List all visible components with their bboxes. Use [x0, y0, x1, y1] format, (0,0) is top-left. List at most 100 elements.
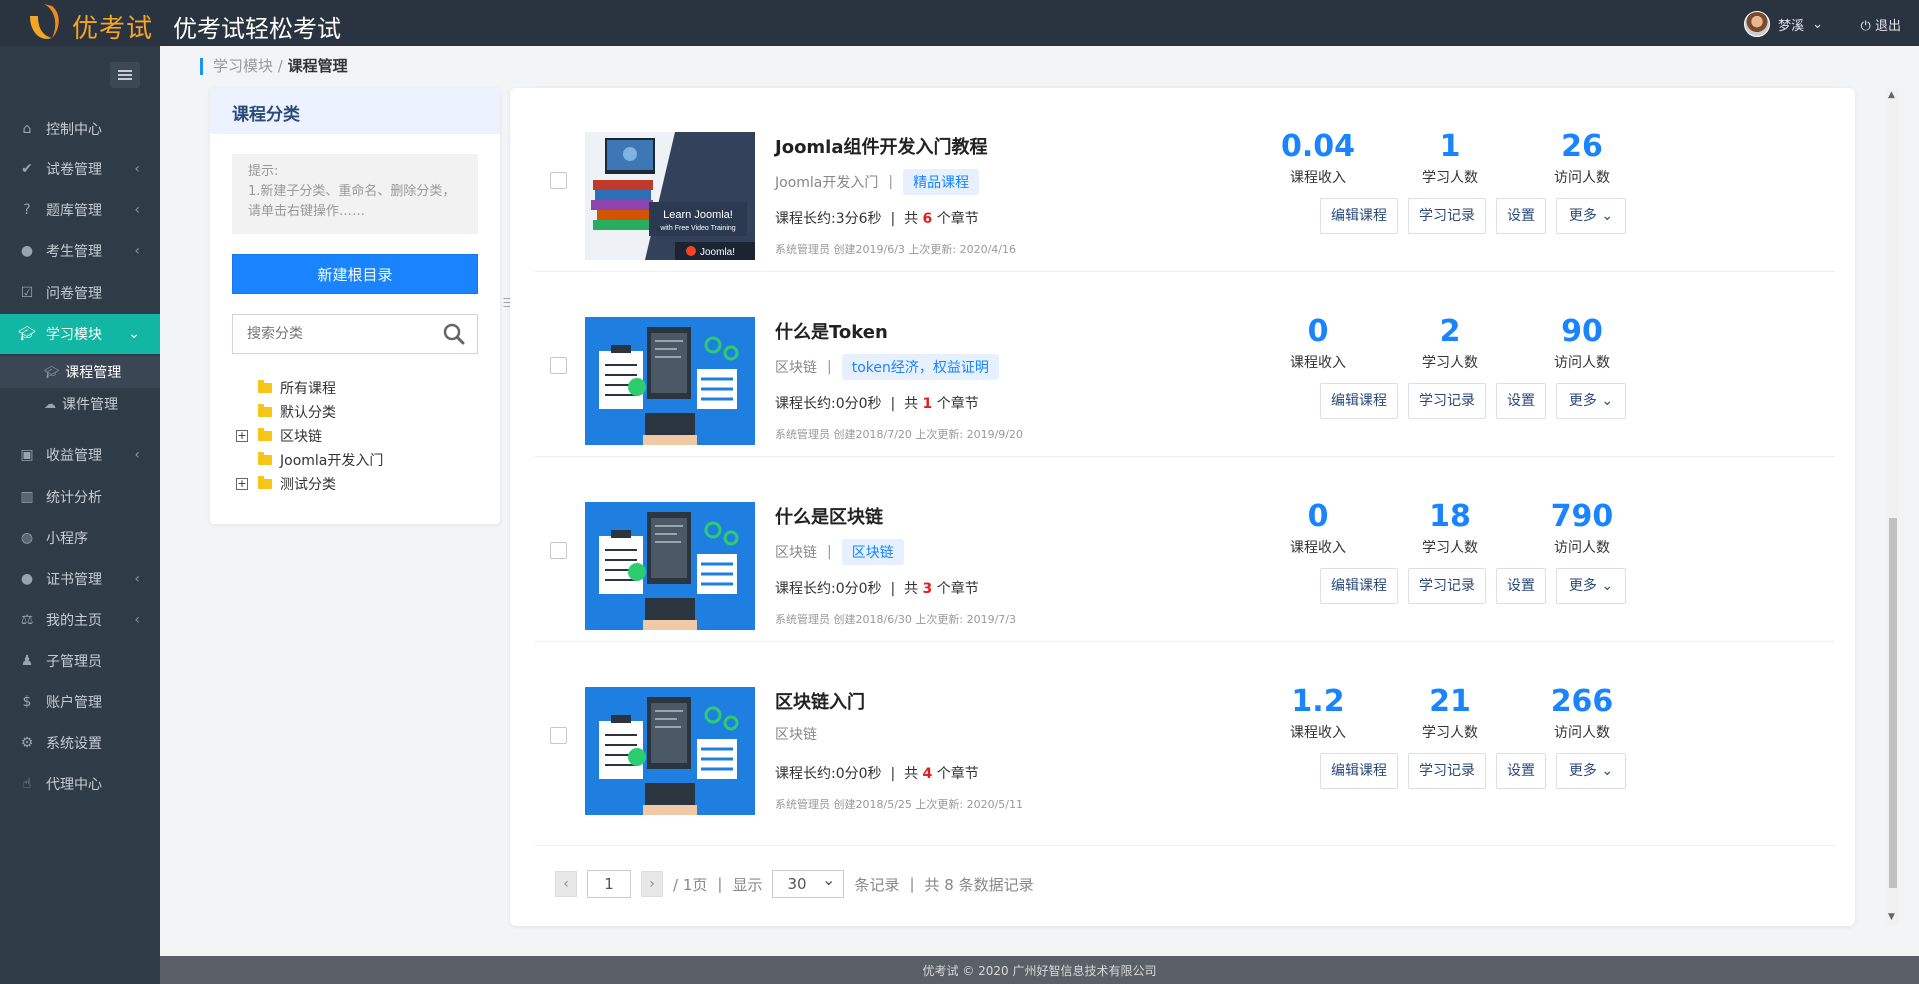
new-root-button[interactable]: 新建根目录: [232, 254, 478, 294]
thumbs-up-icon: ☝: [22, 776, 32, 792]
sidebar-sub-item-coursewares[interactable]: ☁ 课件管理: [0, 388, 160, 420]
tree-node-test[interactable]: + 测试分类: [236, 472, 383, 496]
scroll-up-icon[interactable]: ▲: [1888, 90, 1895, 100]
sidebar-item-agent-center[interactable]: ☝ 代理中心: [0, 764, 160, 804]
chapters-prefix: 共: [904, 211, 919, 227]
sidebar-item-candidates[interactable]: ● 考生管理 ‹: [0, 231, 160, 271]
learning-records-button[interactable]: 学习记录: [1408, 383, 1486, 419]
logo-icon: [30, 4, 59, 39]
edit-course-button[interactable]: 编辑课程: [1320, 198, 1398, 234]
breadcrumb-parent[interactable]: 学习模块: [213, 57, 273, 75]
category-search: [232, 314, 478, 354]
course-checkbox[interactable]: [550, 542, 567, 559]
course-checkbox[interactable]: [550, 357, 567, 374]
settings-button[interactable]: 设置: [1496, 753, 1546, 789]
tree-node-blockchain[interactable]: + 区块链: [236, 424, 383, 448]
sidebar-item-settings[interactable]: ⚙ 系统设置: [0, 723, 160, 763]
sidebar-item-certificates[interactable]: ● 证书管理 ‹: [0, 559, 160, 599]
user-name[interactable]: 梦溪: [1778, 15, 1804, 34]
chapter-count: 6: [922, 211, 933, 227]
scrollbar[interactable]: ▲ ▼: [1887, 88, 1899, 926]
chevron-down-icon: ⌄: [128, 326, 140, 342]
chevron-left-icon: ‹: [134, 447, 140, 463]
learning-records-button[interactable]: 学习记录: [1408, 568, 1486, 604]
page-number-input[interactable]: 1: [587, 870, 631, 898]
sidebar-item-surveys[interactable]: ☑ 问卷管理: [0, 273, 160, 313]
sidebar-toggle-button[interactable]: [110, 62, 140, 88]
chevron-left-icon: ‹: [134, 161, 140, 177]
scroll-down-icon[interactable]: ▼: [1888, 912, 1895, 922]
sidebar-item-label: 小程序: [46, 531, 88, 547]
stat-value: 790: [1550, 499, 1614, 534]
sidebar-item-mini-program[interactable]: ◍ 小程序: [0, 518, 160, 558]
course-thumbnail-blockchain[interactable]: [585, 687, 755, 815]
edit-course-button[interactable]: 编辑课程: [1320, 383, 1398, 419]
category-panel: 课程分类 提示: 1.新建子分类、重命名、删除分类，请单击右键操作…… 新建根目…: [210, 88, 500, 524]
sidebar-item-dashboard[interactable]: ⌂ 控制中心: [0, 109, 160, 149]
tree-node-joomla[interactable]: Joomla开发入门: [236, 448, 383, 472]
show-label: 显示: [732, 875, 763, 894]
stat-value: 1.2: [1291, 684, 1345, 719]
category-search-input[interactable]: [233, 315, 423, 353]
more-button[interactable]: 更多 ⌄: [1556, 568, 1626, 604]
settings-button[interactable]: 设置: [1496, 198, 1546, 234]
sidebar-item-exams[interactable]: ✔ 试卷管理 ‹: [0, 149, 160, 189]
check-circle-icon: ✔: [21, 161, 33, 177]
learning-records-button[interactable]: 学习记录: [1408, 753, 1486, 789]
app-title: 优考试轻松考试: [173, 15, 341, 43]
tree-node-all-courses[interactable]: 所有课程: [236, 376, 383, 400]
tree-node-label: 测试分类: [280, 477, 336, 493]
divider: [535, 845, 1835, 846]
course-meta: 系统管理员 创建2018/7/20 上次更新: 2019/9/20: [775, 428, 1023, 441]
course-thumbnail-blockchain[interactable]: [585, 317, 755, 445]
page-size-select[interactable]: 30: [772, 867, 845, 898]
sidebar-item-account[interactable]: $ 账户管理: [0, 682, 160, 722]
course-category: Joomla开发入门 | 精品课程: [775, 169, 980, 195]
settings-button[interactable]: 设置: [1496, 568, 1546, 604]
settings-button[interactable]: 设置: [1496, 383, 1546, 419]
sidebar-item-label: 课件管理: [62, 397, 118, 413]
scrollbar-thumb[interactable]: [1889, 518, 1897, 888]
stat-visits: 90 访问人数: [1527, 314, 1637, 372]
stat-label: 访问人数: [1554, 355, 1610, 371]
edit-course-button[interactable]: 编辑课程: [1320, 753, 1398, 789]
course-title[interactable]: Joomla组件开发入门教程: [775, 133, 988, 159]
expand-icon[interactable]: +: [236, 478, 248, 490]
learning-records-button[interactable]: 学习记录: [1408, 198, 1486, 234]
sidebar-sub-item-courses[interactable]: 🎓︎ 课程管理: [0, 356, 160, 388]
course-title[interactable]: 区块链入门: [775, 688, 865, 714]
more-button[interactable]: 更多 ⌄: [1556, 383, 1626, 419]
course-checkbox[interactable]: [550, 727, 567, 744]
sidebar-item-label: 我的主页: [46, 613, 102, 629]
tip-box: 提示: 1.新建子分类、重命名、删除分类，请单击右键操作……: [232, 154, 478, 234]
edit-course-button[interactable]: 编辑课程: [1320, 568, 1398, 604]
footer: 优考试 © 2020 广州好智信息技术有限公司: [160, 956, 1919, 984]
logout-button[interactable]: ⏻ 退出: [1861, 15, 1901, 34]
course-checkbox[interactable]: [550, 172, 567, 189]
course-category: 区块链 | token经济，权益证明: [775, 354, 999, 380]
tree-node-label: 所有课程: [280, 381, 336, 397]
tree-node-default[interactable]: 默认分类: [236, 400, 383, 424]
sidebar-item-income[interactable]: ▣ 收益管理 ‹: [0, 435, 160, 475]
power-icon: ⏻: [1860, 19, 1871, 34]
course-title[interactable]: 什么是Token: [775, 318, 888, 344]
chevron-down-icon: ⌄: [1601, 763, 1614, 779]
sidebar-item-statistics[interactable]: ▥ 统计分析: [0, 477, 160, 517]
sidebar-item-my-homepage[interactable]: ⚖ 我的主页 ‹: [0, 600, 160, 640]
more-button[interactable]: 更多 ⌄: [1556, 198, 1626, 234]
sidebar-item-learning[interactable]: 🎓︎ 学习模块 ⌄: [0, 314, 160, 354]
course-thumbnail-joomla[interactable]: Learn Joomla! with Free Video Training J…: [585, 132, 755, 260]
sidebar-item-sub-admins[interactable]: ♟ 子管理员: [0, 641, 160, 681]
avatar[interactable]: [1744, 11, 1771, 37]
next-page-button[interactable]: ›: [641, 871, 663, 897]
user-menu[interactable]: 梦溪 ⌄: [1744, 11, 1823, 37]
course-length-label: 课程长约:: [775, 581, 836, 597]
search-icon[interactable]: [443, 323, 465, 345]
prev-page-button[interactable]: ‹: [555, 871, 577, 897]
more-button[interactable]: 更多 ⌄: [1556, 753, 1626, 789]
course-title[interactable]: 什么是区块链: [775, 503, 883, 529]
sidebar-item-question-bank[interactable]: ? 题库管理 ‹: [0, 190, 160, 230]
expand-icon[interactable]: +: [236, 430, 248, 442]
stat-income: 0 课程收入: [1263, 499, 1373, 557]
course-thumbnail-blockchain[interactable]: [585, 502, 755, 630]
